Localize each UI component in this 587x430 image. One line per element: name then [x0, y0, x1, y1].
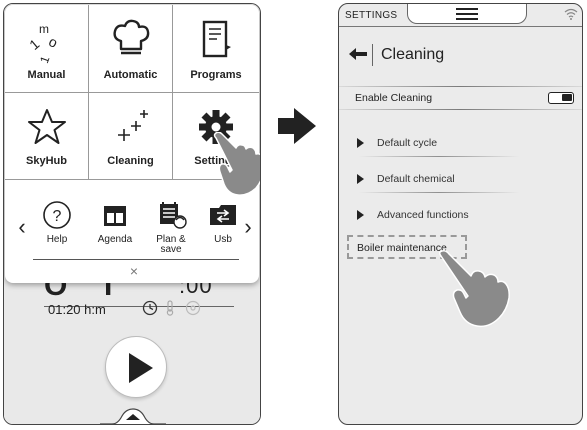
menu-item-default-cycle[interactable]: Default cycle [339, 134, 582, 157]
status-bar: SETTINGS [339, 4, 582, 26]
toggle-knob [562, 94, 572, 101]
tile-skyhub-label: SkyHub [26, 155, 67, 167]
duration-readout: 01:20 h:m [48, 302, 106, 317]
status-divider [339, 26, 582, 27]
menu-item-label: Advanced functions [377, 209, 469, 221]
start-button[interactable] [105, 336, 167, 398]
sparkles-icon [117, 110, 148, 141]
tile-automatic-label: Automatic [103, 69, 158, 81]
flow-arrow-icon [278, 108, 316, 144]
shortcut-usb-label: Usb [214, 234, 232, 245]
fan-icon [185, 300, 201, 316]
settings-screen: SETTINGS Cleaning Enable Cleaning Defaul… [338, 3, 583, 425]
shortcut-help-label: Help [46, 234, 68, 245]
menu-item-label: Default chemical [377, 173, 455, 185]
popup-divider [33, 259, 239, 260]
page-title: Cleaning [381, 46, 445, 63]
expand-triangle-icon [357, 174, 364, 184]
play-icon [129, 353, 153, 383]
shortcut-help[interactable]: ? Help [33, 200, 81, 245]
shortcut-plan-save-label: Plan & save [156, 234, 186, 255]
pointing-hand-icon [438, 250, 510, 328]
popup-close-button[interactable]: × [127, 263, 141, 279]
prev-shortcuts-button[interactable]: ‹ [15, 214, 29, 240]
thermometer-icon [166, 300, 174, 316]
chef-hat-icon [112, 19, 149, 55]
title-separator [372, 44, 373, 66]
pointing-hand-icon [213, 132, 260, 196]
star-icon [27, 109, 66, 144]
menu-item-label: Default cycle [377, 137, 438, 149]
tile-programs-label: Programs [190, 69, 242, 81]
menu-item-advanced-functions[interactable]: Advanced functions [339, 206, 582, 226]
tile-skyhub[interactable]: SkyHub [5, 93, 89, 180]
status-title: SETTINGS [345, 10, 398, 21]
help-icon: ? [43, 201, 71, 229]
shortcut-agenda[interactable]: Agenda [91, 200, 139, 245]
enable-cleaning-toggle[interactable] [548, 92, 574, 104]
tile-programs[interactable]: Programs [173, 5, 259, 93]
svg-text:1: 1 [37, 54, 53, 65]
svg-text:?: ? [53, 208, 62, 225]
tile-manual[interactable]: m o 1 1 Manual [5, 5, 89, 93]
wifi-icon [564, 8, 578, 20]
back-arrow-icon[interactable] [349, 48, 367, 60]
tile-cleaning-label: Cleaning [107, 155, 154, 167]
next-shortcuts-button[interactable]: › [241, 214, 255, 240]
boiler-maintenance-label: Boiler maintenance [357, 242, 447, 254]
svg-text:m: m [39, 22, 49, 36]
tile-automatic[interactable]: Automatic [89, 5, 173, 93]
enable-cleaning-label: Enable Cleaning [355, 92, 433, 104]
plan-save-icon [160, 202, 187, 229]
manual-icon: m o 1 1 [26, 22, 60, 65]
shortcut-usb[interactable]: Usb [199, 200, 247, 245]
enable-cleaning-row[interactable]: Enable Cleaning [339, 86, 582, 110]
oven-home-screen: O I :00 01:20 h:m m o 1 1 Manual Automat… [3, 3, 261, 425]
usb-icon [210, 205, 236, 225]
menu-item-default-chemical[interactable]: Default chemical [339, 170, 582, 193]
svg-text:1: 1 [26, 36, 42, 53]
book-icon [202, 20, 231, 58]
clock-icon [142, 300, 158, 316]
expand-handle[interactable] [100, 407, 166, 425]
tile-cleaning[interactable]: Cleaning [89, 93, 173, 180]
tile-manual-label: Manual [27, 69, 66, 81]
shortcut-agenda-label: Agenda [97, 234, 133, 245]
agenda-icon [104, 206, 126, 226]
expand-triangle-icon [357, 210, 364, 220]
shortcut-plan-save[interactable]: Plan & save [147, 200, 195, 255]
expand-triangle-icon [357, 138, 364, 148]
hamburger-icon [456, 8, 478, 23]
menu-button[interactable] [407, 4, 527, 24]
